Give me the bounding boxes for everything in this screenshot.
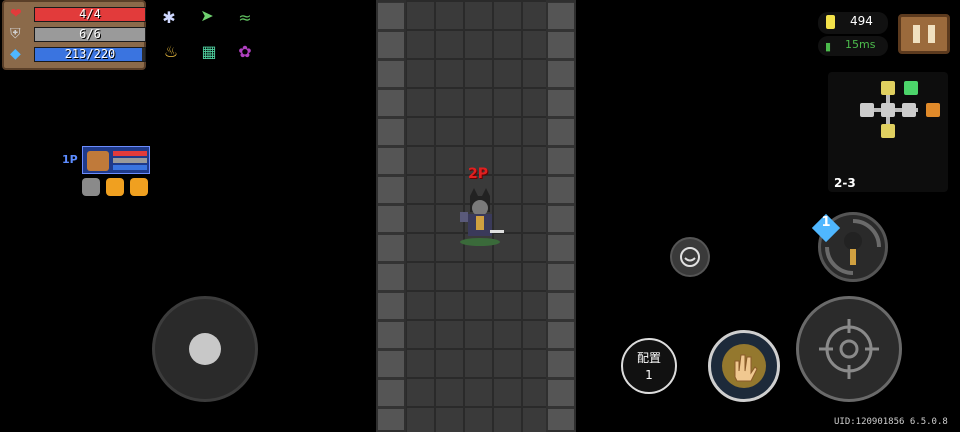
energy-crystal-icon: ◆ [10, 46, 21, 62]
pause-icon-bar [928, 25, 935, 43]
shield-icon: ⛨ [10, 26, 21, 42]
minimap-room [860, 103, 874, 117]
hp-bar: 4/4 [34, 7, 146, 22]
level-label: 2-3 [834, 176, 856, 190]
minimap-room-special [881, 81, 895, 95]
p1-buff-icon [82, 178, 100, 196]
demon-buff-icon: ✿ [238, 42, 252, 61]
p2-label: 2P [468, 166, 489, 182]
p1-label: 1P [62, 153, 78, 166]
joystick-knob[interactable] [189, 333, 221, 365]
energy-bar: 213/220 [34, 47, 146, 62]
p1-avatar [87, 151, 109, 171]
uid-version-text: UID:120901856 6.5.0.8 [834, 417, 948, 427]
crosshair-icon [819, 319, 879, 379]
left-wall [376, 0, 406, 432]
signal-icon: ▮ [825, 40, 832, 53]
config-count: 1 [645, 368, 653, 382]
p1-energy-bar [113, 165, 147, 170]
minimap-room [902, 103, 916, 117]
armor-text: 6/6 [79, 27, 101, 41]
right-wall [546, 0, 576, 432]
heart-icon: ❤ [10, 6, 22, 22]
spider-buff-icon: ✱ [162, 8, 176, 27]
minimap-room-current [881, 124, 895, 138]
hp-row: ❤ 4/4 [10, 6, 146, 23]
gem-icon [826, 15, 835, 29]
p1-status-card [82, 146, 150, 174]
p1-armor-bar [113, 158, 147, 163]
gem-count: 494 [850, 14, 873, 28]
p1-buff-icon [130, 178, 148, 196]
config-label: 配置 [636, 351, 661, 365]
p1-hp-bar [113, 151, 147, 156]
emote-button[interactable] [670, 237, 710, 277]
hp-text: 4/4 [79, 7, 101, 21]
minimap-room-start [904, 81, 918, 95]
ping-text: 15ms [845, 38, 876, 51]
weapon-count: 1 [821, 215, 831, 230]
armor-bar: 6/6 [34, 27, 146, 42]
skill-button[interactable] [708, 330, 780, 402]
maze-buff-icon: ▦ [201, 42, 217, 61]
hand-skill-icon [722, 344, 766, 388]
energy-row: ◆ 213/220 [10, 46, 146, 63]
magic-lamp-icon: ♨ [163, 42, 179, 61]
minimap[interactable] [828, 72, 948, 192]
config-button[interactable]: 配置 1 [621, 338, 677, 394]
pause-button[interactable] [898, 14, 950, 54]
energy-text: 213/220 [64, 47, 116, 61]
wave-buff-icon: ≈ [238, 8, 252, 27]
pause-icon [913, 25, 920, 43]
hero-character [460, 188, 504, 246]
minimap-room [881, 103, 895, 117]
minimap-room-shop [926, 103, 940, 117]
attack-button[interactable] [796, 296, 902, 402]
p1-buff-icon [106, 178, 124, 196]
armor-row: ⛨ 6/6 [10, 26, 146, 43]
status-panel: ❤ 4/4 ⛨ 6/6 ◆ 213/220 [2, 0, 146, 70]
smiley-icon [680, 247, 700, 267]
speed-feather-buff-icon: ➤ [200, 6, 214, 25]
